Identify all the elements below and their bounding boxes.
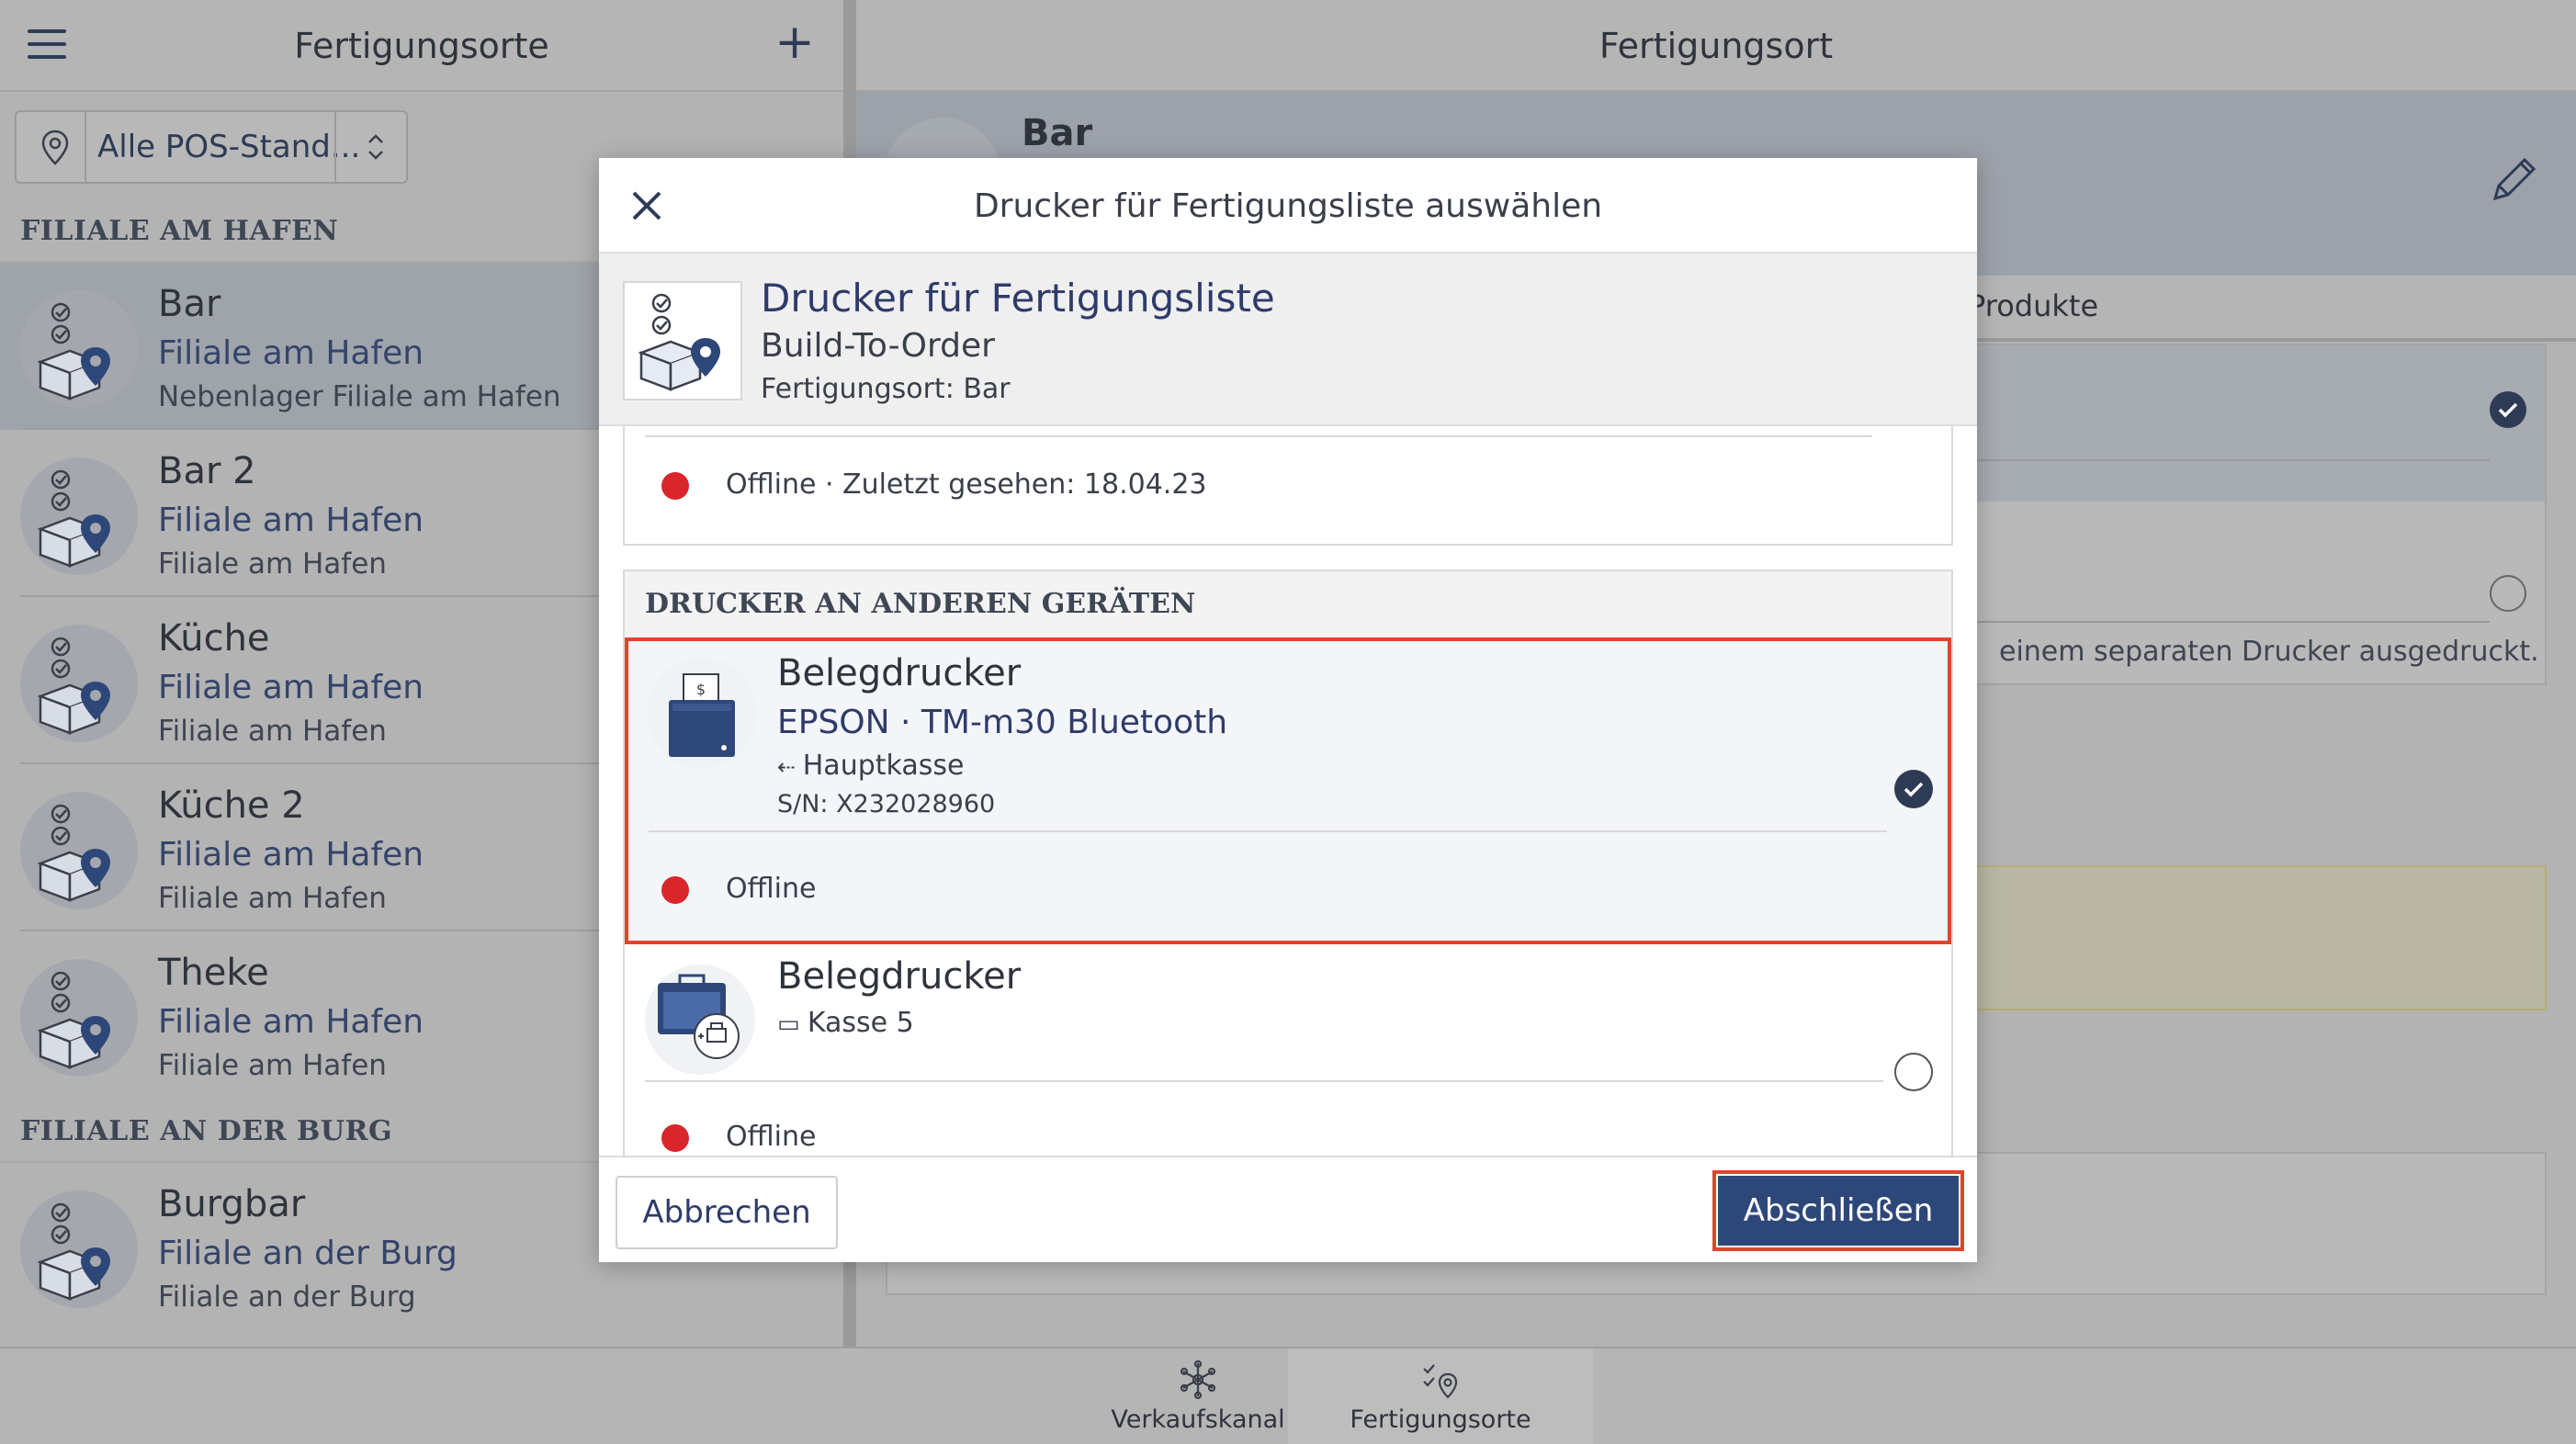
cancel-button[interactable]: Abbrechen bbox=[616, 1176, 838, 1249]
dialog-context-header: Drucker für Fertigungsliste Build-To-Ord… bbox=[599, 254, 1977, 426]
location-avatar-icon bbox=[20, 290, 138, 408]
item-sub2: Filiale am Hafen bbox=[158, 882, 387, 915]
item-sub1: Filiale an der Burg bbox=[158, 1235, 458, 1272]
location-avatar-icon bbox=[20, 457, 138, 575]
printer-status: Offline bbox=[726, 1121, 817, 1153]
printer-card-partial[interactable]: Offline · Zuletzt gesehen: 18.04.23 bbox=[623, 426, 1953, 546]
pos-location-filter-value: Alle POS-Stand... bbox=[97, 129, 361, 165]
printer-name: Belegdrucker bbox=[777, 955, 1022, 998]
section-label: FILIALE AM HAFEN bbox=[20, 215, 339, 247]
item-name: Theke bbox=[158, 952, 269, 994]
printer-status: Offline · Zuletzt gesehen: 18.04.23 bbox=[726, 468, 1207, 501]
connection-device: Kasse 5 bbox=[807, 1007, 914, 1039]
svg-text:$: $ bbox=[696, 681, 706, 698]
context-location: Fertigungsort: Bar bbox=[761, 373, 1011, 405]
snowflake-icon bbox=[1180, 1359, 1216, 1400]
item-sub2: Nebenlager Filiale am Hafen bbox=[158, 380, 561, 413]
chevron-updown-icon bbox=[368, 134, 383, 160]
item-sub2: Filiale am Hafen bbox=[158, 715, 387, 748]
item-sub2: Filiale am Hafen bbox=[158, 1049, 387, 1082]
location-avatar-icon bbox=[20, 1190, 138, 1308]
location-avatar-icon bbox=[20, 625, 138, 742]
item-sub1: Filiale am Hafen bbox=[158, 669, 424, 706]
detail-name: Bar bbox=[1022, 112, 1093, 154]
section-label: FILIALE AN DER BURG bbox=[20, 1115, 393, 1147]
pos-location-filter[interactable]: Alle POS-Stand... bbox=[15, 110, 408, 184]
dialog-footer: Abbrechen Abschließen bbox=[599, 1156, 1977, 1262]
location-avatar-icon bbox=[623, 281, 742, 400]
printer-option-selected[interactable]: $ Belegdrucker EPSON · TM-m30 Bluetooth … bbox=[625, 637, 1951, 944]
usb-icon: ⇠ bbox=[777, 754, 803, 780]
item-sub1: Filiale am Hafen bbox=[158, 836, 424, 874]
item-sub1: Filiale am Hafen bbox=[158, 334, 424, 372]
right-title: Fertigungsort bbox=[1599, 26, 1834, 66]
confirm-button[interactable]: Abschließen bbox=[1718, 1176, 1959, 1246]
context-title: Drucker für Fertigungsliste bbox=[761, 276, 1275, 321]
item-name: Küche 2 bbox=[158, 784, 305, 827]
dialog-title: Drucker für Fertigungsliste auswählen bbox=[973, 187, 1603, 225]
offline-status-icon bbox=[661, 1124, 689, 1152]
printer-radio-unchecked[interactable] bbox=[1894, 1053, 1933, 1091]
add-location-button[interactable]: + bbox=[772, 18, 818, 66]
dialog-header: Drucker für Fertigungsliste auswählen bbox=[599, 158, 1977, 254]
item-name: Bar 2 bbox=[158, 450, 256, 492]
checkbox-checked[interactable] bbox=[2490, 391, 2526, 428]
printer-connection: ▭ Kasse 5 bbox=[777, 1007, 914, 1039]
item-sub2: Filiale am Hafen bbox=[158, 547, 387, 581]
left-title: Fertigungsorte bbox=[294, 26, 549, 66]
item-name: Küche bbox=[158, 617, 270, 660]
left-header: Fertigungsorte + bbox=[0, 0, 843, 92]
item-sub1: Filiale am Hafen bbox=[158, 1003, 424, 1041]
printer-connection: ⇠ Hauptkasse bbox=[777, 750, 964, 782]
printer-serial: S/N: X232028960 bbox=[777, 790, 996, 818]
right-header: Fertigungsort bbox=[856, 0, 2576, 92]
connection-device: Hauptkasse bbox=[802, 750, 965, 782]
printer-list[interactable]: Offline · Zuletzt gesehen: 18.04.23 DRUC… bbox=[599, 426, 1977, 1262]
radio-unchecked[interactable] bbox=[2490, 575, 2526, 612]
location-avatar-icon bbox=[20, 792, 138, 909]
nav-fertigungsorte[interactable]: Fertigungsorte bbox=[1288, 1348, 1593, 1444]
register-printer-icon bbox=[645, 965, 755, 1075]
location-avatar-icon bbox=[20, 959, 138, 1077]
location-pin-icon bbox=[41, 130, 69, 165]
hint-text: einem separaten Drucker ausgedruckt. bbox=[1999, 636, 2539, 668]
item-name: Bar bbox=[158, 283, 221, 325]
offline-status-icon bbox=[661, 472, 689, 500]
printer-name: Belegdrucker bbox=[777, 652, 1022, 694]
group-label: DRUCKER AN ANDEREN GERÄTEN bbox=[645, 588, 1196, 620]
register-icon: ▭ bbox=[777, 1010, 808, 1038]
bottom-navigation: Verkaufskanal Fertigungsorte bbox=[0, 1347, 2576, 1444]
pencil-icon[interactable] bbox=[2484, 151, 2543, 209]
printer-select-dialog: Drucker für Fertigungsliste auswählen Dr… bbox=[599, 158, 1977, 1262]
context-type: Build-To-Order bbox=[761, 327, 995, 365]
nav-label: Fertigungsorte bbox=[1350, 1405, 1531, 1434]
group-header: DRUCKER AN ANDEREN GERÄTEN bbox=[625, 571, 1951, 637]
item-sub2: Filiale an der Burg bbox=[158, 1280, 416, 1314]
other-devices-printer-group: DRUCKER AN ANDEREN GERÄTEN $ Belegdrucke… bbox=[623, 570, 1953, 1213]
tab-products[interactable]: Produkte bbox=[1968, 288, 2098, 323]
checklist-location-icon bbox=[1423, 1364, 1458, 1399]
confirm-button-highlight: Abschließen bbox=[1712, 1170, 1964, 1251]
receipt-printer-icon: $ bbox=[647, 658, 757, 768]
offline-status-icon bbox=[661, 876, 689, 904]
item-name: Burgbar bbox=[158, 1183, 306, 1225]
item-sub1: Filiale am Hafen bbox=[158, 502, 424, 539]
printer-model: EPSON · TM-m30 Bluetooth bbox=[777, 704, 1228, 741]
printer-radio-checked[interactable] bbox=[1894, 770, 1933, 808]
printer-status: Offline bbox=[726, 873, 817, 905]
